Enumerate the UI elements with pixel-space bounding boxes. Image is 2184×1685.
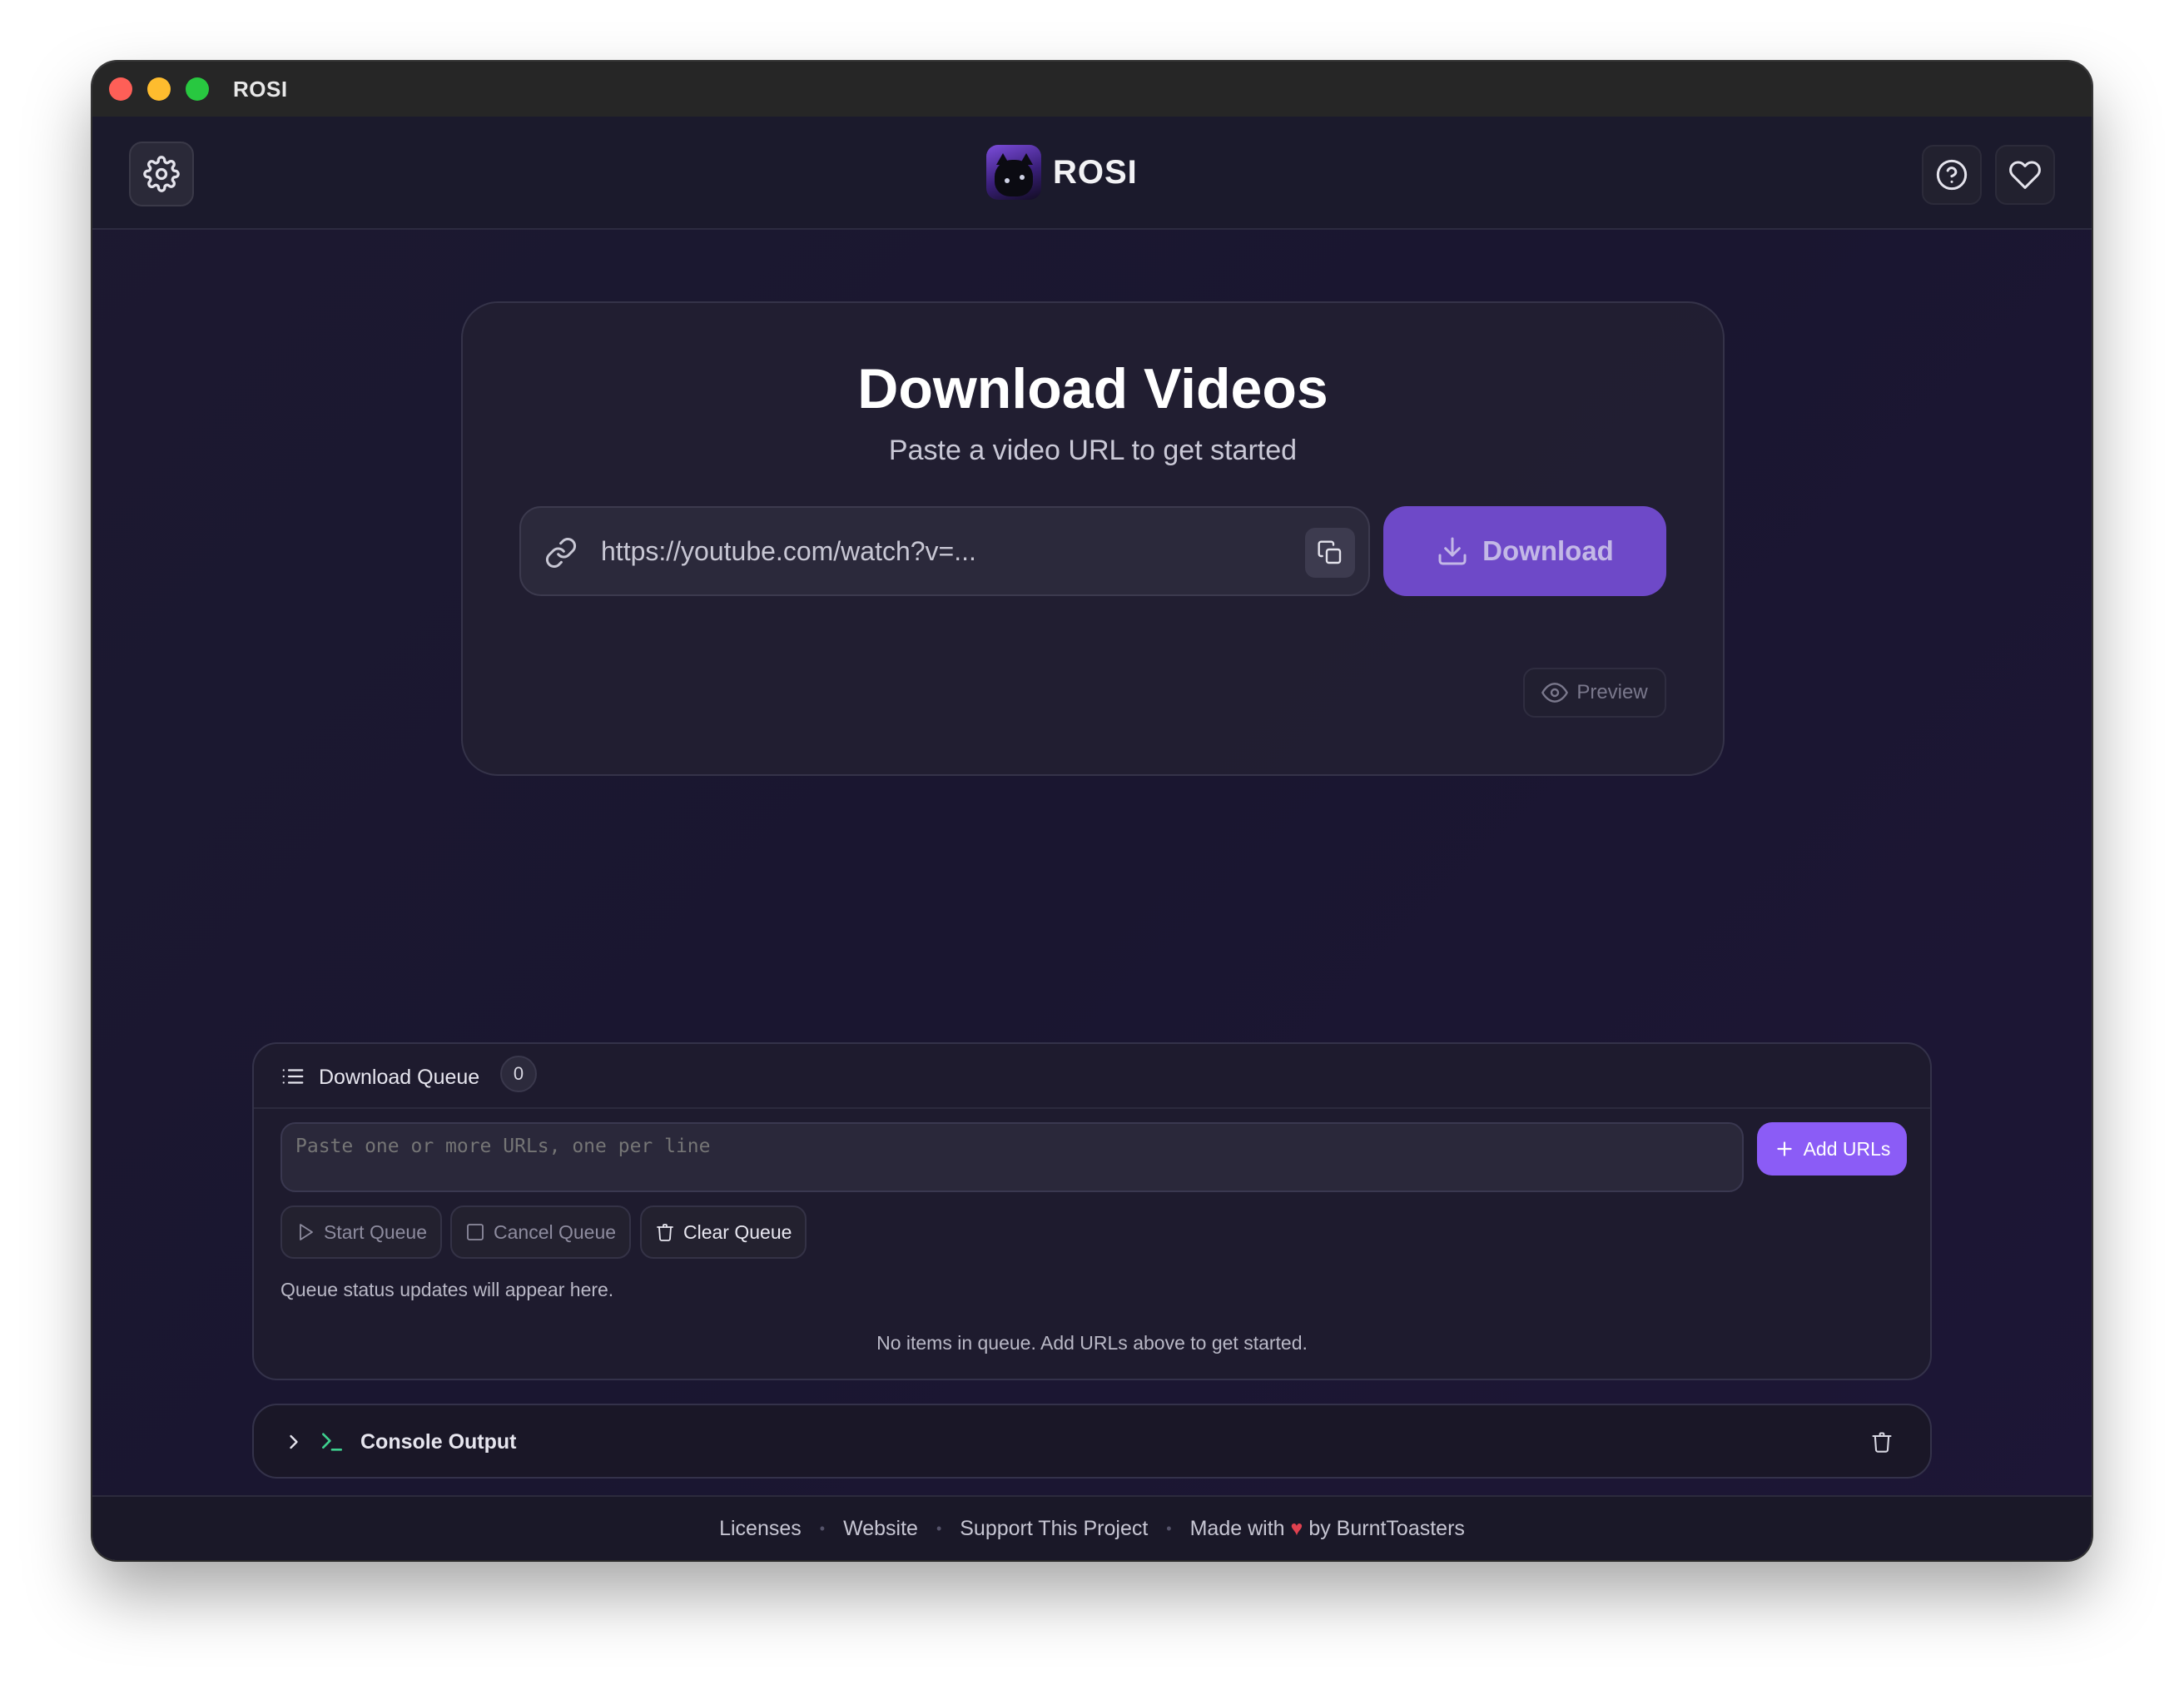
queue-status-text: Queue status updates will appear here.	[280, 1279, 614, 1300]
page-title: Download Videos	[857, 357, 1328, 420]
download-icon	[1438, 537, 1467, 565]
start-queue-button[interactable]: Start Queue	[280, 1205, 443, 1259]
play-icon	[300, 1224, 313, 1240]
cat-logo-icon	[986, 145, 1041, 200]
stop-square-icon	[467, 1224, 484, 1240]
help-circle-icon	[1936, 159, 1968, 191]
trash-icon[interactable]	[1870, 1430, 1894, 1454]
queue-header: Download Queue 0	[254, 1044, 1930, 1109]
preview-button[interactable]: Preview	[1523, 668, 1666, 718]
app-header: ROSI	[92, 117, 2092, 230]
page-subtitle: Paste a video URL to get started	[888, 435, 1298, 466]
trash-icon	[657, 1224, 673, 1241]
queue-count-badge: 0	[500, 1056, 537, 1092]
maximize-window-button[interactable]	[186, 77, 209, 101]
add-urls-label: Add URLs	[1803, 1137, 1891, 1160]
preview-label: Preview	[1576, 681, 1648, 703]
made-with-label: Made with	[1189, 1516, 1285, 1540]
licenses-link[interactable]: Licenses	[719, 1517, 802, 1541]
add-urls-button[interactable]: Add URLs	[1757, 1122, 1907, 1176]
minimize-window-button[interactable]	[147, 77, 171, 101]
help-button[interactable]	[1922, 145, 1982, 205]
console-output-label: Console Output	[360, 1430, 517, 1454]
download-queue-panel: Download Queue 0 Add URLs Start Queue Ca…	[252, 1042, 1932, 1380]
copy-icon	[1318, 540, 1342, 564]
footer-separator: •	[1166, 1519, 1172, 1537]
by-author-label: by BurntToasters	[1308, 1516, 1465, 1540]
terminal-icon	[322, 1433, 342, 1451]
support-heart-button[interactable]	[1995, 145, 2055, 205]
app-window: ROSI ROSI Download Videos Paste a video …	[92, 62, 2092, 1560]
website-link[interactable]: Website	[843, 1517, 918, 1541]
footer-separator: •	[936, 1519, 942, 1537]
start-queue-label: Start Queue	[324, 1220, 428, 1243]
settings-button[interactable]	[129, 142, 194, 206]
queue-title: Download Queue	[319, 1066, 480, 1089]
download-label: Download	[1482, 535, 1614, 566]
gear-icon	[143, 156, 180, 192]
chevron-right-icon[interactable]	[282, 1430, 305, 1454]
heart-emoji-icon: ♥	[1290, 1516, 1303, 1540]
close-window-button[interactable]	[109, 77, 132, 101]
heart-icon	[2009, 161, 2041, 189]
console-output-panel[interactable]: Console Output	[252, 1404, 1932, 1479]
clear-queue-button[interactable]: Clear Queue	[640, 1205, 807, 1259]
made-with-text: Made with ♥ by BurntToasters	[1190, 1517, 1465, 1541]
download-button[interactable]: Download	[1383, 506, 1666, 596]
support-project-link[interactable]: Support This Project	[960, 1517, 1148, 1541]
paste-button[interactable]	[1305, 528, 1355, 578]
bulk-urls-textarea[interactable]	[280, 1122, 1744, 1192]
download-card: Download Videos Paste a video URL to get…	[461, 301, 1725, 776]
plus-icon	[1776, 1141, 1792, 1156]
logo-text: ROSI	[1053, 153, 1138, 191]
cancel-queue-button[interactable]: Cancel Queue	[450, 1205, 632, 1259]
app-logo: ROSI	[986, 145, 1138, 200]
footer-separator: •	[819, 1519, 826, 1537]
eye-icon	[1541, 683, 1569, 703]
queue-empty-message: No items in queue. Add URLs above to get…	[876, 1332, 1308, 1354]
clear-queue-label: Clear Queue	[683, 1220, 792, 1243]
list-icon	[282, 1069, 304, 1084]
footer: Licenses • Website • Support This Projec…	[92, 1495, 2092, 1560]
url-placeholder: https://youtube.com/watch?v=...	[601, 536, 976, 566]
window-title: ROSI	[233, 77, 288, 102]
url-input[interactable]: https://youtube.com/watch?v=...	[519, 506, 1370, 596]
link-icon	[545, 537, 577, 569]
title-bar: ROSI	[92, 62, 2092, 117]
cancel-queue-label: Cancel Queue	[494, 1220, 617, 1243]
